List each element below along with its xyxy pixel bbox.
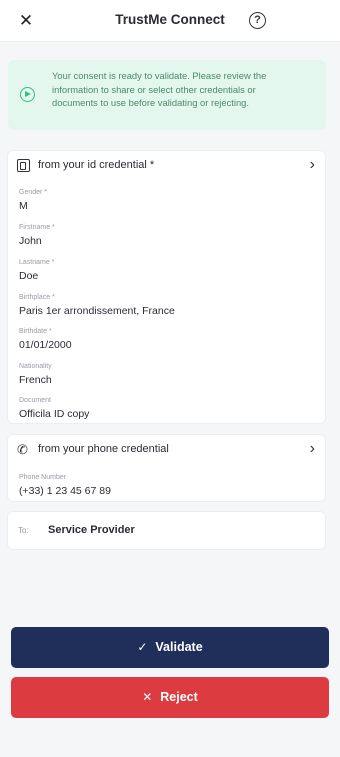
field-value: Paris 1er arrondissement, France (19, 305, 175, 317)
field-phone-number: Phone Number (+33) 1 23 45 67 89 (19, 473, 111, 498)
field-value: French (19, 374, 52, 386)
field-value: 01/01/2000 (19, 339, 72, 351)
id-credential-card: from your id credential * › Gender * M F… (7, 150, 326, 424)
field-label: Birthplace * (19, 294, 55, 301)
field-label: Birthdate * (19, 328, 52, 335)
field-value: M (19, 200, 28, 212)
field-label: Phone Number (19, 474, 67, 481)
field-value: John (19, 235, 42, 247)
field-label: Lastname * (19, 259, 55, 266)
field-birthplace: Birthplace * Paris 1er arrondissement, F… (19, 293, 175, 318)
validate-button[interactable]: ✓ Validate (11, 627, 329, 668)
field-label: Document (19, 397, 51, 404)
reject-label: Reject (160, 690, 198, 704)
field-firstname: Firstname * John (19, 223, 55, 248)
recipient-label: To: (18, 526, 29, 535)
phone-credential-card: ✆ from your phone credential › Phone Num… (7, 434, 326, 502)
check-icon: ✓ (137, 640, 148, 654)
consent-notice-text: Your consent is ready to validate. Pleas… (52, 70, 267, 108)
field-gender: Gender * M (19, 188, 47, 213)
help-icon[interactable]: ? (249, 12, 266, 29)
field-nationality: Nationality French (19, 362, 52, 387)
chevron-right-icon[interactable]: › (310, 156, 315, 174)
top-bar: ✕ TrustMe Connect ? (0, 0, 340, 42)
field-lastname: Lastname * Doe (19, 258, 54, 283)
field-label: Firstname * (19, 224, 55, 231)
validate-label: Validate (155, 640, 203, 654)
id-credential-header[interactable]: from your id credential * › (8, 151, 325, 181)
recipient-value: Service Provider (48, 524, 135, 536)
close-icon: ✕ (142, 690, 153, 704)
field-label: Nationality (19, 363, 52, 370)
field-value: Doe (19, 270, 39, 282)
phone-icon: ✆ (17, 442, 28, 457)
field-birthdate: Birthdate * 01/01/2000 (19, 327, 72, 352)
chevron-right-icon[interactable]: › (310, 440, 315, 458)
field-document: Document Officila ID copy (19, 396, 89, 421)
id-credential-title: from your id credential * (38, 159, 155, 171)
play-circle-icon (20, 87, 35, 102)
field-label: Gender * (19, 189, 48, 196)
consent-notice: Your consent is ready to validate. Pleas… (8, 60, 326, 130)
field-value: Officila ID copy (19, 408, 90, 420)
phone-credential-title: from your phone credential (38, 443, 169, 455)
phone-credential-header[interactable]: ✆ from your phone credential › (8, 435, 325, 465)
reject-button[interactable]: ✕ Reject (11, 677, 329, 718)
page-title: TrustMe Connect (115, 12, 225, 27)
field-value: (+33) 1 23 45 67 89 (19, 485, 111, 497)
recipient-row: To: Service Provider (7, 511, 326, 550)
id-card-icon (17, 159, 30, 172)
